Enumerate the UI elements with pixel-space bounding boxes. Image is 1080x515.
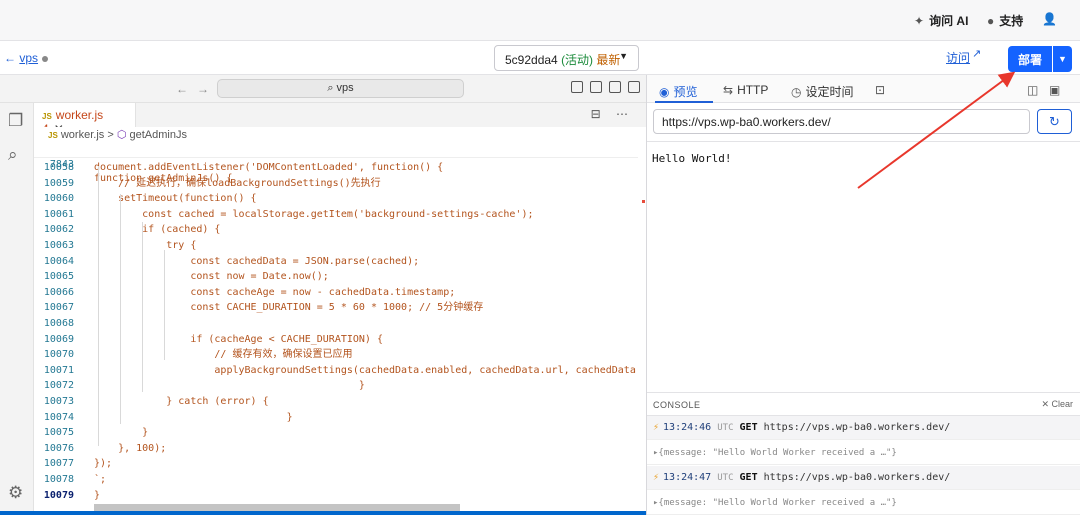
annotation-arrow-line	[857, 71, 1016, 189]
annotation-arrow	[857, 71, 1016, 189]
